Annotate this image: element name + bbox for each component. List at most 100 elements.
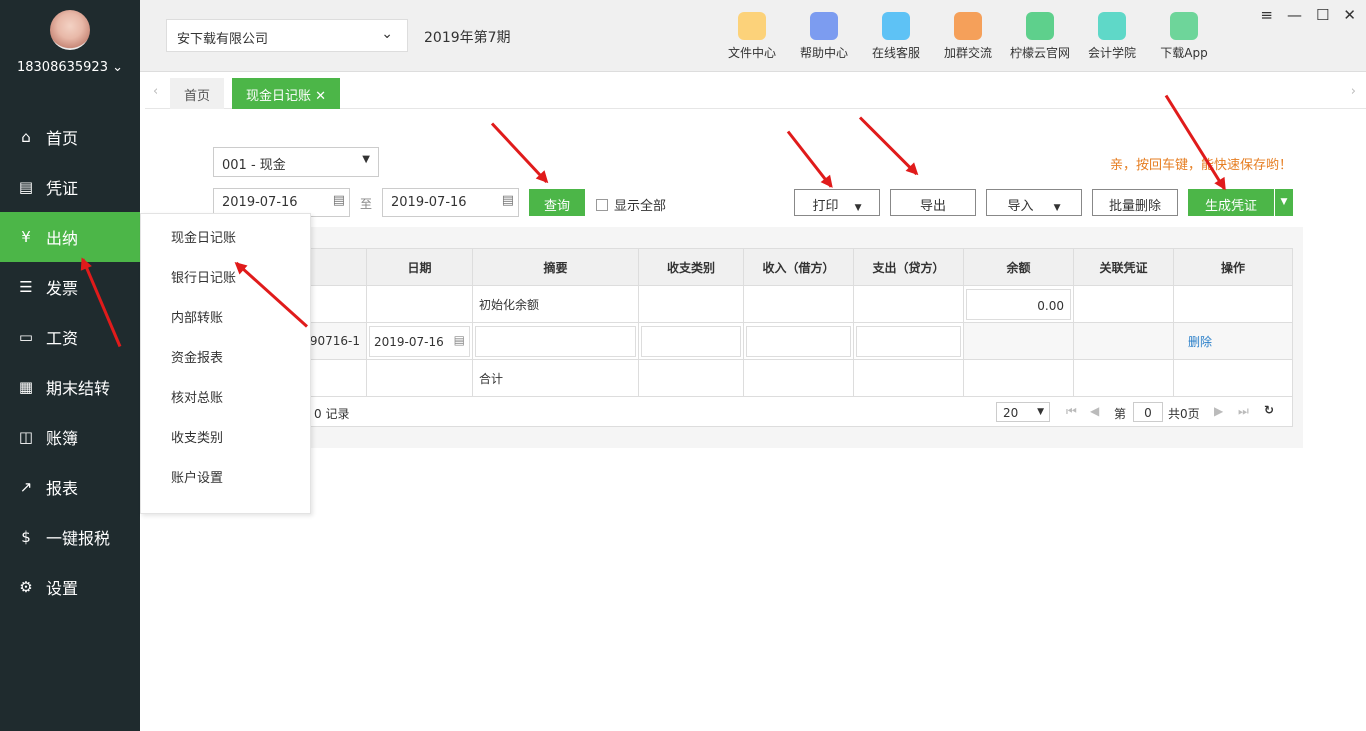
generate-voucher-dropdown[interactable]: ▼ bbox=[1275, 189, 1293, 216]
delete-link[interactable]: 删除 bbox=[1188, 335, 1212, 349]
calendar-icon[interactable]: ▤ bbox=[502, 193, 514, 208]
income-input[interactable] bbox=[746, 325, 851, 357]
account-select[interactable]: 001 - 现金 ▼ bbox=[213, 147, 379, 177]
sidebar-item-label: 设置 bbox=[46, 579, 79, 598]
tool-group[interactable]: 加群交流 bbox=[932, 12, 1004, 61]
table-row: 20190716-1 2019-07-16 ▤ 删除 bbox=[203, 322, 1293, 360]
user-menu[interactable]: 18308635923 ⌄ bbox=[0, 60, 140, 75]
tool-phone[interactable]: 下载App bbox=[1148, 12, 1220, 61]
sidebar-item-8[interactable]: $ 一键报税 bbox=[0, 512, 140, 562]
category-select[interactable] bbox=[641, 325, 741, 357]
expense-input[interactable] bbox=[856, 325, 961, 357]
sidebar-item-9[interactable]: ⚙ 设置 bbox=[0, 562, 140, 612]
chart-icon: ↗ bbox=[19, 478, 33, 496]
show-all-label: 显示全部 bbox=[614, 199, 667, 214]
balance-input[interactable]: 0.00 bbox=[966, 288, 1071, 320]
tool-label: 文件中心 bbox=[727, 46, 776, 60]
tab-scroll-right-icon[interactable]: › bbox=[1351, 84, 1356, 99]
prev-page-icon[interactable]: ◀ bbox=[1090, 404, 1099, 418]
calendar-icon[interactable]: ▤ bbox=[333, 193, 345, 208]
last-page-icon[interactable]: ⏭ bbox=[1238, 404, 1249, 419]
sidebar-item-1[interactable]: ▤ 凭证 bbox=[0, 162, 140, 212]
tool-qq[interactable]: 在线客服 bbox=[860, 12, 932, 61]
checkbox-box[interactable] bbox=[596, 199, 608, 211]
caret-down-icon: ▼ bbox=[362, 154, 370, 165]
refresh-icon[interactable]: ↻ bbox=[1264, 403, 1274, 417]
tool-folder[interactable]: 文件中心 bbox=[716, 12, 788, 61]
sidebar-item-label: 出纳 bbox=[46, 229, 79, 248]
sidebar-item-0[interactable]: ⌂ 首页 bbox=[0, 112, 140, 162]
print-button[interactable]: 打印 ▼ bbox=[794, 189, 880, 216]
calendar-icon[interactable]: ▤ bbox=[454, 333, 465, 347]
submenu-item[interactable]: 银行日记账 bbox=[141, 254, 310, 294]
company-select[interactable]: 安下载有限公司 ⌄ bbox=[166, 19, 408, 52]
tool-lightbulb[interactable]: 帮助中心 bbox=[788, 12, 860, 61]
page-size-select[interactable]: 20 ▼ bbox=[996, 402, 1050, 422]
invoice-icon: ☰ bbox=[19, 278, 33, 296]
tab-scroll-left-icon[interactable]: ‹ bbox=[153, 84, 158, 99]
tab-home[interactable]: 首页 bbox=[170, 78, 225, 109]
cashier-submenu: 现金日记账 银行日记账 内部转账 资金报表 核对总账 收支类别 账户设置 bbox=[140, 213, 311, 514]
tool-lemon[interactable]: 柠檬云官网 bbox=[1004, 12, 1076, 61]
show-all-checkbox[interactable]: 显示全部 bbox=[596, 195, 666, 214]
pagination: 0 记录 20 ▼ ⏮ ◀ 第 0 共0页 ▶ ⏭ ↻ bbox=[203, 397, 1293, 427]
tax-icon: $ bbox=[21, 528, 31, 546]
date-to-input[interactable]: 2019-07-16 ▤ bbox=[382, 188, 519, 217]
sidebar-item-7[interactable]: ↗ 报表 bbox=[0, 462, 140, 512]
print-label: 打印 bbox=[812, 199, 839, 214]
avatar[interactable] bbox=[50, 10, 90, 50]
lightbulb-icon bbox=[810, 12, 838, 40]
close-icon[interactable]: ✕ bbox=[1343, 6, 1356, 24]
first-page-icon[interactable]: ⏮ bbox=[1066, 404, 1077, 419]
sidebar-item-4[interactable]: ▭ 工资 bbox=[0, 312, 140, 362]
gear-icon: ⚙ bbox=[19, 578, 33, 596]
column-header: 余额 bbox=[963, 248, 1074, 286]
main-content: 001 - 现金 ▼ 2019-07-16 ▤ 至 2019-07-16 ▤ 查询 显… bbox=[140, 109, 1366, 731]
sidebar-item-2[interactable]: ¥ 出纳 bbox=[0, 212, 140, 262]
qq-icon bbox=[882, 12, 910, 40]
table-row: 初始化余额 0.00 bbox=[203, 285, 1293, 323]
column-header: 摘要 bbox=[472, 248, 639, 286]
account-value: 001 - 现金 bbox=[222, 158, 286, 173]
sidebar-item-label: 凭证 bbox=[46, 179, 79, 198]
sidebar-item-label: 工资 bbox=[46, 329, 79, 348]
book-icon: ◫ bbox=[18, 428, 34, 446]
sidebar-item-3[interactable]: ☰ 发票 bbox=[0, 262, 140, 312]
cash-journal-table: 编号日期摘要收支类别收入（借方）支出（贷方）余额关联凭证操作 初始化余额 0.0… bbox=[203, 248, 1293, 397]
summary-input[interactable] bbox=[475, 325, 636, 357]
submenu-item[interactable]: 账户设置 bbox=[141, 454, 310, 494]
tool-graduation[interactable]: 会计学院 bbox=[1076, 12, 1148, 61]
next-page-icon[interactable]: ▶ bbox=[1214, 404, 1223, 418]
page-total: 共0页 bbox=[1168, 407, 1200, 421]
generate-voucher-button[interactable]: 生成凭证 bbox=[1188, 189, 1274, 216]
cashier-icon: ¥ bbox=[21, 228, 31, 246]
sidebar-item-label: 期末结转 bbox=[46, 379, 111, 398]
sidebar-item-6[interactable]: ◫ 账簿 bbox=[0, 412, 140, 462]
sidebar-item-5[interactable]: ▦ 期末结转 bbox=[0, 362, 140, 412]
batch-delete-button[interactable]: 批量删除 bbox=[1092, 189, 1178, 216]
sidebar-item-label: 报表 bbox=[46, 479, 79, 498]
graduation-icon bbox=[1098, 12, 1126, 40]
submenu-item[interactable]: 现金日记账 bbox=[141, 214, 310, 254]
period-label: 2019年第7期 bbox=[424, 30, 511, 46]
submenu-item[interactable]: 核对总账 bbox=[141, 374, 310, 414]
submenu-item[interactable]: 资金报表 bbox=[141, 334, 310, 374]
menu-icon[interactable]: ≡ bbox=[1260, 6, 1273, 24]
maximize-icon[interactable]: ☐ bbox=[1316, 6, 1329, 24]
sidebar-item-label: 首页 bbox=[46, 129, 79, 148]
total-cell: 合计 bbox=[472, 359, 639, 397]
import-button[interactable]: 导入 ▼ bbox=[986, 189, 1082, 216]
caret-down-icon: ▼ bbox=[854, 203, 862, 213]
voucher-icon: ▤ bbox=[18, 178, 34, 196]
sidebar-item-label: 一键报税 bbox=[46, 529, 111, 548]
submenu-item[interactable]: 收支类别 bbox=[141, 414, 310, 454]
tab-cash-journal[interactable]: 现金日记账 ✕ bbox=[232, 78, 341, 109]
page-input[interactable]: 0 bbox=[1133, 402, 1163, 422]
query-button[interactable]: 查询 bbox=[529, 189, 585, 216]
submenu-item[interactable]: 内部转账 bbox=[141, 294, 310, 334]
close-tab-icon[interactable]: ✕ bbox=[315, 89, 326, 104]
home-icon: ⌂ bbox=[21, 128, 31, 146]
export-button[interactable]: 导出 bbox=[890, 189, 976, 216]
minimize-icon[interactable]: — bbox=[1287, 6, 1302, 24]
date-input[interactable]: 2019-07-16 ▤ bbox=[369, 325, 470, 357]
